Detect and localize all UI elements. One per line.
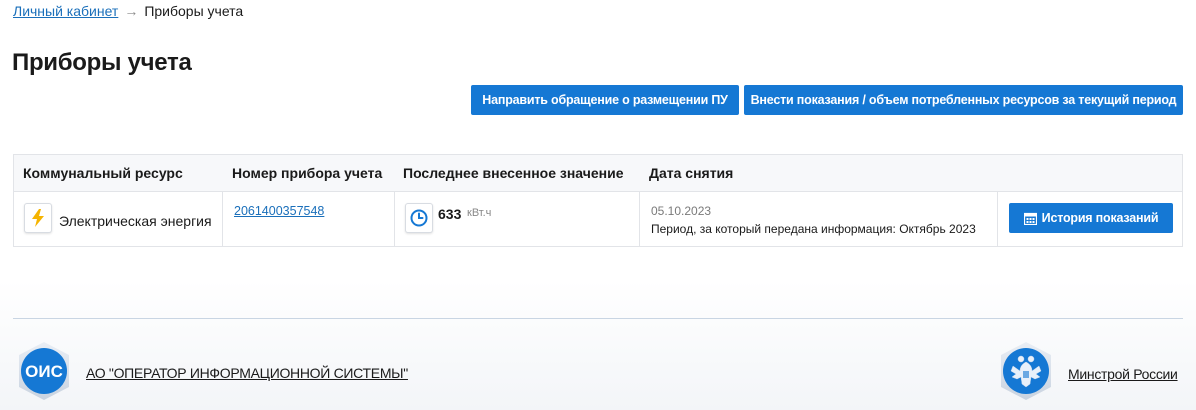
header-last-value: Последнее внесенное значение (403, 165, 624, 181)
clock-icon (405, 203, 433, 233)
table-row: Электрическая энергия 2061400357548 633 … (14, 192, 1182, 247)
page-title: Приборы учета (12, 49, 192, 76)
resource-name: Электрическая энергия (59, 213, 212, 229)
lightning-icon (24, 203, 52, 233)
meter-number-cell: 2061400357548 (223, 192, 395, 247)
header-date: Дата снятия (649, 165, 734, 181)
page: Личный кабинет → Приборы учета Приборы у… (0, 0, 1196, 410)
history-button-label: История показаний (1041, 211, 1159, 225)
submit-placement-request-button[interactable]: Направить обращение о размещении ПУ (471, 85, 739, 115)
resource-cell: Электрическая энергия (14, 192, 223, 247)
reading-period: Период, за который передана информация: … (651, 222, 976, 236)
breadcrumb-home-link[interactable]: Личный кабинет (13, 2, 118, 20)
last-value-cell: 633 кВт.ч (395, 192, 640, 247)
meters-table: Коммунальный ресурс Номер прибора учета … (13, 154, 1183, 247)
table-header: Коммунальный ресурс Номер прибора учета … (14, 155, 1182, 192)
calendar-icon (1023, 212, 1037, 225)
ois-logo[interactable]: ОИС (13, 340, 75, 402)
operator-link[interactable]: АО "ОПЕРАТОР ИНФОРМАЦИОННОЙ СИСТЕМЫ" (86, 365, 408, 381)
reading-unit: кВт.ч (467, 207, 492, 219)
reading-date: 05.10.2023 (651, 204, 712, 218)
reading-value: 633 (438, 206, 462, 222)
date-cell: 05.10.2023 Период, за который передана и… (640, 192, 998, 247)
ministry-link[interactable]: Минстрой России (1068, 366, 1178, 382)
header-meter-number: Номер прибора учета (232, 165, 383, 181)
breadcrumb: Личный кабинет → Приборы учета (13, 2, 243, 20)
header-resource: Коммунальный ресурс (23, 165, 183, 181)
eagle-emblem-icon[interactable] (995, 340, 1057, 402)
breadcrumb-separator: → (124, 3, 139, 19)
breadcrumb-current: Приборы учета (144, 3, 244, 19)
enter-readings-button[interactable]: Внести показания / объем потребленных ре… (744, 85, 1183, 115)
history-button[interactable]: История показаний (1009, 203, 1173, 233)
footer-divider (13, 318, 1183, 319)
actions-cell: История показаний (998, 192, 1184, 247)
meter-number-link[interactable]: 2061400357548 (234, 204, 324, 218)
ois-logo-text: ОИС (25, 362, 63, 381)
